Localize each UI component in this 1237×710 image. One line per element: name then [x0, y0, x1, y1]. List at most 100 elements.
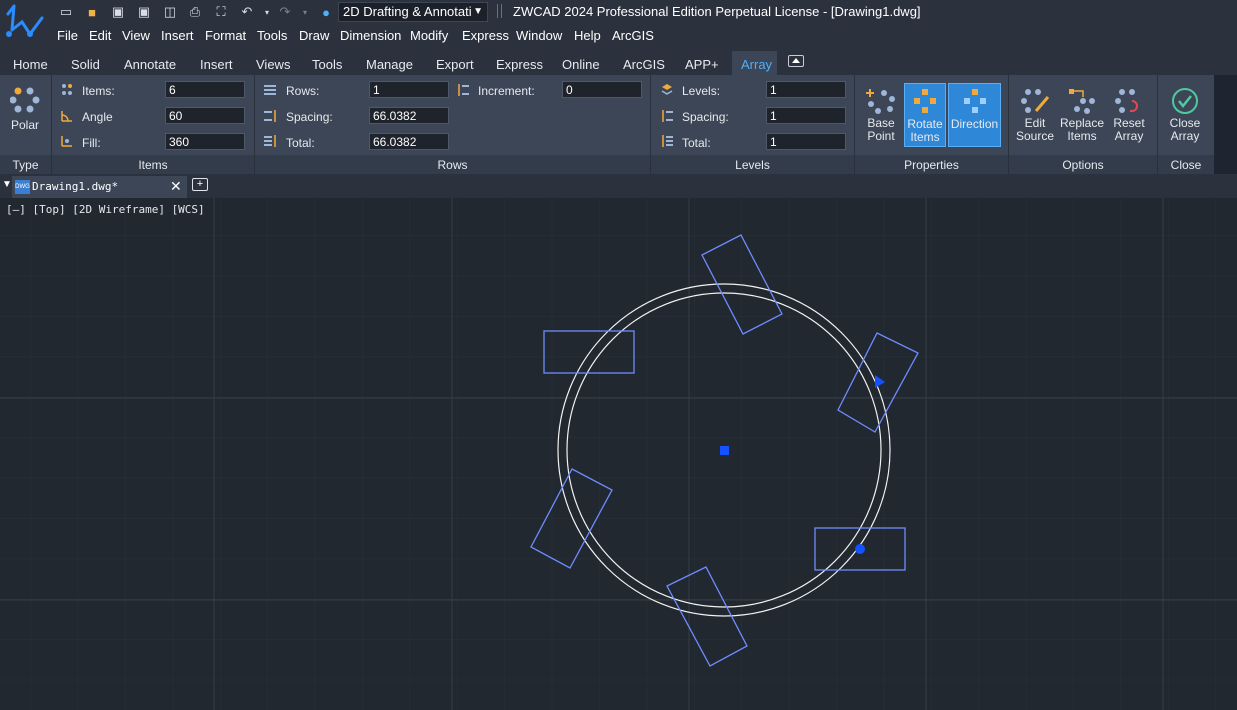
rotate-items-icon: [914, 89, 936, 113]
replace-items-button[interactable]: Replace Items: [1059, 83, 1105, 147]
close-array-label-2: Array: [1170, 129, 1200, 143]
zwcad-logo[interactable]: [0, 0, 52, 48]
panel-separator: [254, 155, 255, 174]
tab-solid[interactable]: Solid: [71, 57, 100, 72]
menu-view[interactable]: View: [122, 28, 150, 43]
document-tab-label: Drawing1.dwg*: [32, 180, 119, 193]
save-icon[interactable]: ▣: [109, 3, 127, 21]
menu-insert[interactable]: Insert: [161, 28, 194, 43]
increment-icon: [458, 84, 469, 96]
new-icon[interactable]: ▭: [57, 3, 75, 21]
reset-array-button[interactable]: Reset Array: [1108, 83, 1150, 147]
close-array-button[interactable]: Close Array: [1163, 83, 1207, 147]
base-grip[interactable]: [855, 544, 865, 554]
panel-title-levels: Levels: [735, 158, 770, 172]
menu-dimension[interactable]: Dimension: [340, 28, 401, 43]
tab-arcgis[interactable]: ArcGIS: [623, 57, 665, 72]
tab-tools[interactable]: Tools: [312, 57, 342, 72]
direction-button[interactable]: Direction: [948, 83, 1001, 147]
menu-file[interactable]: File: [57, 28, 78, 43]
tab-views[interactable]: Views: [256, 57, 290, 72]
close-icon[interactable]: ✕: [170, 178, 182, 195]
replace-items-icon: [1069, 89, 1095, 114]
workspace-select-value: 2D Drafting & Annotati: [343, 4, 472, 19]
row-total-icon: [264, 135, 276, 147]
workspace-select[interactable]: 2D Drafting & Annotati ▼: [338, 2, 488, 22]
tab-export[interactable]: Export: [436, 57, 474, 72]
direction-icon: [963, 89, 986, 113]
menu-help[interactable]: Help: [574, 28, 601, 43]
drawing-viewport[interactable]: [—] [Top] [2D Wireframe] [WCS]: [0, 198, 1237, 710]
levels-icon: [661, 84, 673, 95]
menu-draw[interactable]: Draw: [299, 28, 329, 43]
menu-express[interactable]: Express: [462, 28, 509, 43]
ribbon-collapse-button[interactable]: [788, 55, 804, 67]
checkmark-icon: [1172, 88, 1198, 114]
panel-separator: [650, 155, 651, 174]
save-as-icon[interactable]: ▣: [135, 3, 153, 21]
print-icon[interactable]: ⎙: [186, 3, 204, 21]
row-total-input[interactable]: [369, 133, 449, 150]
rows-icon: [264, 85, 276, 95]
base-point-icon: [866, 89, 895, 114]
tab-online[interactable]: Online: [562, 57, 600, 72]
tab-list-dropdown-icon[interactable]: ▼: [2, 179, 12, 190]
new-tab-icon[interactable]: +: [192, 178, 208, 191]
angle-label: Angle: [82, 110, 113, 124]
level-spacing-input[interactable]: [766, 107, 846, 124]
open-icon[interactable]: ■: [83, 3, 101, 21]
level-total-icon: [662, 135, 673, 147]
ribbon-tab-bar: Home Solid Annotate Insert Views Tools M…: [0, 48, 1237, 75]
items-count-input[interactable]: [165, 81, 245, 98]
tab-manage[interactable]: Manage: [366, 57, 413, 72]
tab-insert[interactable]: Insert: [200, 57, 233, 72]
help-icon[interactable]: ●: [317, 3, 335, 21]
reset-array-label-2: Array: [1114, 129, 1144, 143]
levels-count-input[interactable]: [766, 81, 846, 98]
drawing-canvas[interactable]: [0, 198, 1237, 710]
window-title: ZWCAD 2024 Professional Edition Perpetua…: [513, 4, 921, 19]
rotate-items-button[interactable]: Rotate Items: [904, 83, 946, 147]
tab-home[interactable]: Home: [13, 57, 48, 72]
menu-modify[interactable]: Modify: [410, 28, 448, 43]
row-total-label: Total:: [286, 136, 315, 150]
angle-input[interactable]: [165, 107, 245, 124]
tab-express[interactable]: Express: [496, 57, 543, 72]
level-total-input[interactable]: [766, 133, 846, 150]
level-spacing-label: Spacing:: [682, 110, 729, 124]
plot-preview-icon[interactable]: ◫: [161, 3, 179, 21]
menu-edit[interactable]: Edit: [89, 28, 111, 43]
row-spacing-input[interactable]: [369, 107, 449, 124]
base-point-label-2: Point: [867, 129, 895, 143]
redo-dropdown-icon[interactable]: ▾: [296, 3, 314, 21]
viewport-controls-label[interactable]: [—] [Top] [2D Wireframe] [WCS]: [6, 203, 205, 216]
reset-array-icon: [1115, 89, 1138, 113]
rows-count-input[interactable]: [369, 81, 449, 98]
polar-button[interactable]: Polar: [4, 81, 46, 141]
zoom-extents-icon[interactable]: ⛶: [212, 3, 230, 21]
document-tab[interactable]: DWG Drawing1.dwg* ✕: [12, 176, 187, 198]
undo-icon[interactable]: ↶: [238, 3, 256, 21]
menu-window[interactable]: Window: [516, 28, 562, 43]
redo-icon[interactable]: ↷: [276, 3, 294, 21]
panel-title-close: Close: [1170, 158, 1202, 172]
center-grip[interactable]: [720, 446, 729, 455]
menu-format[interactable]: Format: [205, 28, 246, 43]
increment-input[interactable]: [562, 81, 642, 98]
edit-source-icon: [1021, 89, 1050, 113]
fill-label: Fill:: [82, 136, 101, 150]
zwcad-window: ▭ ■ ▣ ▣ ◫ ⎙ ⛶ ↶ ▾ ↷ ▾ ● 2D Drafting & An…: [0, 0, 1237, 710]
rows-label: Rows:: [286, 84, 320, 98]
tab-annotate[interactable]: Annotate: [124, 57, 176, 72]
panel-separator: [854, 155, 855, 174]
fill-angle-input[interactable]: [165, 133, 245, 150]
undo-dropdown-icon[interactable]: ▾: [258, 3, 276, 21]
tab-array[interactable]: Array: [732, 51, 777, 75]
tab-app-plus[interactable]: APP+: [685, 57, 719, 72]
edit-source-button[interactable]: Edit Source: [1014, 83, 1056, 147]
menu-tools[interactable]: Tools: [257, 28, 287, 43]
polar-label: Polar: [10, 118, 39, 132]
rotate-items-label-2: Items: [910, 130, 940, 144]
base-point-button[interactable]: Base Point: [861, 83, 901, 147]
menu-arcgis[interactable]: ArcGIS: [612, 28, 654, 43]
